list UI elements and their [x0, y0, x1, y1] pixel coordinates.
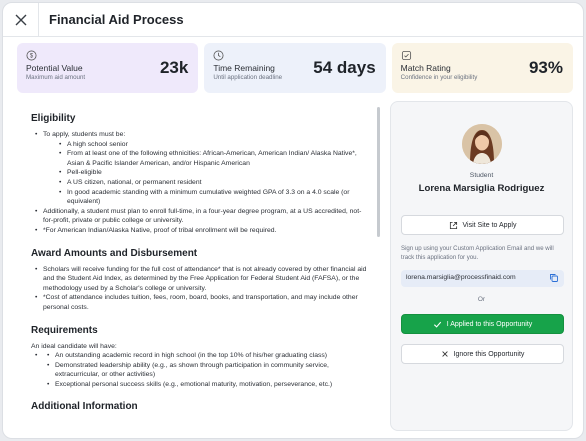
stat-value: 54 days	[313, 58, 376, 77]
stat-time-remaining: Time Remaining Until application deadlin…	[204, 43, 386, 93]
section-title-award: Award Amounts and Disbursement	[31, 247, 198, 259]
scrollbar[interactable]	[377, 107, 380, 237]
avatar-image	[462, 124, 502, 164]
applied-label: I Applied to this Opportunity	[446, 320, 533, 328]
header: Financial Aid Process	[3, 3, 583, 37]
or-divider: Or	[477, 296, 486, 303]
section-title-requirements: Requirements	[31, 324, 98, 336]
close-icon	[441, 351, 448, 357]
close-icon	[15, 14, 26, 25]
stats-row: $ Potential Value Maximum aid amount 23k…	[17, 43, 573, 93]
list-item: An outstanding academic record in high s…	[43, 351, 369, 361]
custom-application-email[interactable]: lorena.marsiglia@processfinaid.com	[401, 270, 564, 287]
svg-text:$: $	[30, 54, 34, 60]
list-item: To apply, students must be: A high schoo…	[31, 130, 369, 207]
list-item: *For American Indian/Alaska Native, proo…	[31, 226, 369, 236]
requirements-intro: An ideal candidate will have:	[31, 342, 117, 350]
list-item: Scholars will receive funding for the fu…	[31, 265, 369, 294]
list-item: In good academic standing with a minimum…	[55, 188, 369, 207]
list-item: Pell-eligible	[55, 168, 369, 178]
list-item: An outstanding academic record in high s…	[31, 351, 369, 389]
check-icon	[433, 321, 441, 328]
stat-potential-value: $ Potential Value Maximum aid amount 23k	[17, 43, 199, 93]
clock-icon	[213, 50, 224, 61]
financial-aid-panel: Financial Aid Process $ Potential Value …	[2, 2, 584, 439]
list-item: A US citizen, national, or permanent res…	[55, 178, 369, 188]
eligibility-intro: To apply, students must be:	[43, 131, 126, 138]
avatar	[462, 124, 502, 164]
stat-value: 23k	[159, 58, 189, 77]
custom-email-note: Sign up using your Custom Application Em…	[401, 245, 554, 261]
ignore-button[interactable]: Ignore this Opportunity	[401, 344, 564, 364]
list-item: From at least one of the following ethni…	[55, 149, 369, 168]
email-value: lorena.marsiglia@processfinaid.com	[406, 274, 516, 281]
applied-button[interactable]: I Applied to this Opportunity	[401, 314, 564, 334]
close-button[interactable]	[3, 3, 39, 37]
section-title-additional: Additional Information	[31, 401, 138, 413]
stat-match-rating: Match Rating Confidence in your eligibil…	[391, 43, 573, 93]
stat-value: 93%	[528, 58, 563, 77]
list-item: Exceptional personal success skills (e.g…	[43, 380, 369, 390]
visit-site-button[interactable]: Visit Site to Apply	[401, 215, 564, 235]
section-title-eligibility: Eligibility	[31, 113, 76, 124]
page-title: Financial Aid Process	[49, 12, 184, 27]
visit-site-label: Visit Site to Apply	[462, 221, 517, 229]
student-name: Lorena Marsiglia Rodriguez	[418, 183, 545, 194]
dollar-circle-icon: $	[26, 50, 37, 61]
list-item: Additionally, a student must plan to enr…	[31, 207, 369, 226]
student-role: Student	[469, 172, 494, 179]
opportunity-details[interactable]: Eligibility To apply, students must be: …	[17, 101, 383, 434]
copy-icon[interactable]	[549, 273, 559, 283]
list-item: *Cost of attendance includes tuition, fe…	[31, 293, 369, 312]
external-link-icon	[449, 221, 457, 229]
list-item: Demonstrated leadership ability (e.g., a…	[43, 361, 369, 380]
badge-icon	[401, 50, 411, 61]
list-item: A high school senior	[55, 140, 369, 150]
ignore-label: Ignore this Opportunity	[453, 350, 525, 358]
student-sidebar: Student Lorena Marsiglia Rodriguez Visit…	[390, 101, 573, 431]
